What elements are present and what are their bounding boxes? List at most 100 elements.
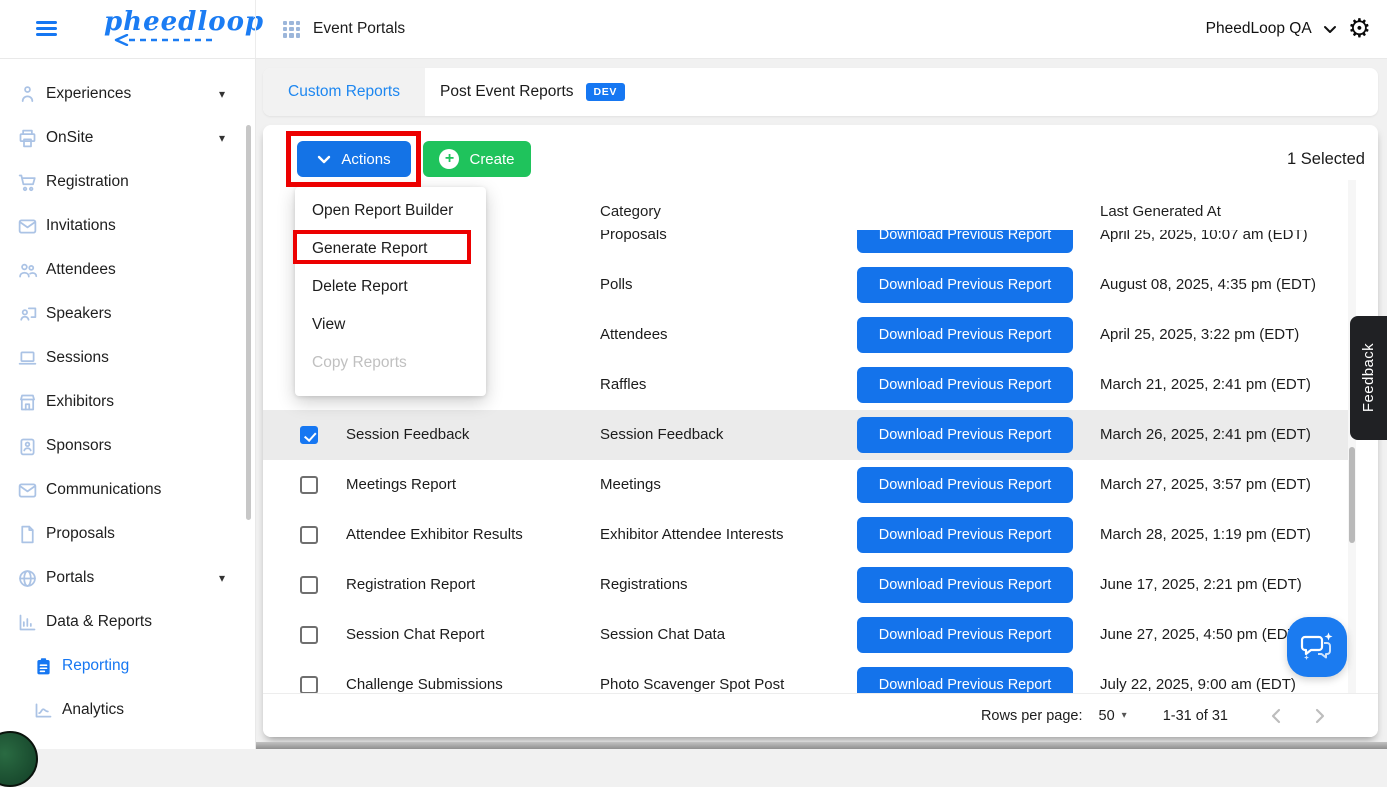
topbar: pheedloop Event Portals PheedLoop QA ⚙ bbox=[0, 0, 1387, 59]
sidebar-item-onsite[interactable]: OnSite ▾ bbox=[0, 116, 255, 160]
download-previous-report-button[interactable]: Download Previous Report bbox=[857, 317, 1073, 353]
row-checkbox[interactable] bbox=[300, 676, 318, 693]
sidebar-item-invitations[interactable]: Invitations bbox=[0, 204, 255, 248]
row-category: Exhibitor Attendee Interests bbox=[600, 526, 784, 543]
person-icon bbox=[15, 82, 39, 106]
sidebar-item-attendees[interactable]: Attendees bbox=[0, 248, 255, 292]
row-last-generated: June 27, 2025, 4:50 pm (EDT) bbox=[1100, 626, 1302, 643]
chat-widget-button[interactable] bbox=[1287, 617, 1347, 677]
download-previous-report-button[interactable]: Download Previous Report bbox=[857, 367, 1073, 403]
sidebar-scrollbar-thumb[interactable] bbox=[246, 125, 251, 520]
sidebar-item-proposals[interactable]: Proposals bbox=[0, 512, 255, 556]
row-name: Session Feedback bbox=[346, 426, 470, 443]
chat-bubbles-icon bbox=[1300, 632, 1333, 660]
column-header-last-generated: Last Generated At bbox=[1100, 203, 1221, 220]
hamburger-menu-icon[interactable] bbox=[36, 21, 58, 37]
table-row[interactable]: Attendee Exhibitor Results Exhibitor Att… bbox=[263, 510, 1348, 560]
download-previous-report-button[interactable]: Download Previous Report bbox=[857, 567, 1073, 603]
analytics-icon bbox=[31, 698, 55, 722]
app-title-area: Event Portals bbox=[283, 0, 405, 58]
badge-icon bbox=[15, 434, 39, 458]
table-row[interactable]: Registration Report Registrations Downlo… bbox=[263, 560, 1348, 610]
tab-custom-reports[interactable]: Custom Reports bbox=[263, 68, 425, 116]
people-icon bbox=[15, 258, 39, 282]
pagination-range: 1-31 of 31 bbox=[1162, 707, 1228, 724]
table-scrollbar-thumb[interactable] bbox=[1349, 447, 1355, 543]
row-name: Session Chat Report bbox=[346, 626, 485, 643]
mail-icon bbox=[15, 478, 39, 502]
account-menu[interactable]: PheedLoop QA ⚙ bbox=[1206, 0, 1371, 58]
row-category: Meetings bbox=[600, 476, 661, 493]
apps-grid-icon[interactable] bbox=[283, 20, 300, 38]
sidebar-item-portals[interactable]: Portals ▾ bbox=[0, 556, 255, 600]
chevron-down-icon bbox=[318, 155, 331, 163]
menu-item-copy-reports: Copy Reports bbox=[312, 354, 407, 371]
download-previous-report-button[interactable]: Download Previous Report bbox=[857, 417, 1073, 453]
logo-text: pheedloop bbox=[104, 7, 265, 37]
cart-icon bbox=[15, 170, 39, 194]
dev-badge: DEV bbox=[585, 83, 625, 101]
row-category: Session Chat Data bbox=[600, 626, 726, 643]
row-checkbox[interactable] bbox=[300, 626, 318, 644]
row-category: Raffles bbox=[600, 376, 647, 393]
menu-item-generate-report[interactable]: Generate Report bbox=[295, 230, 486, 268]
column-header-category: Category bbox=[600, 203, 661, 220]
download-previous-report-button[interactable]: Download Previous Report bbox=[857, 667, 1073, 693]
row-category: Session Feedback bbox=[600, 426, 724, 443]
feedback-tab[interactable]: Feedback bbox=[1350, 316, 1387, 440]
table-row[interactable]: Challenge Submissions Photo Scavenger Sp… bbox=[263, 660, 1348, 693]
laptop-icon bbox=[15, 346, 39, 370]
sidebar-item-experiences[interactable]: Experiences ▾ bbox=[0, 72, 255, 116]
sidebar-item-analytics[interactable]: Analytics bbox=[0, 688, 255, 732]
row-checkbox[interactable] bbox=[300, 476, 318, 494]
menu-item-delete-report[interactable]: Delete Report bbox=[295, 268, 486, 306]
sidebar-item-sponsors[interactable]: Sponsors bbox=[0, 424, 255, 468]
tab-bar: Custom Reports Post Event Reports DEV bbox=[263, 68, 1378, 116]
row-name: Challenge Submissions bbox=[346, 676, 503, 693]
sidebar-item-registration[interactable]: Registration bbox=[0, 160, 255, 204]
download-previous-report-button[interactable]: Download Previous Report bbox=[857, 267, 1073, 303]
sidebar-item-reporting[interactable]: Reporting bbox=[0, 644, 255, 688]
table-row[interactable]: Meetings Report Meetings Download Previo… bbox=[263, 460, 1348, 510]
row-name: Meetings Report bbox=[346, 476, 457, 493]
row-checkbox[interactable] bbox=[300, 526, 318, 544]
page-title: Event Portals bbox=[313, 20, 406, 37]
download-previous-report-button[interactable]: Download Previous Report bbox=[857, 467, 1073, 503]
actions-button[interactable]: Actions bbox=[297, 141, 411, 177]
menu-item-view[interactable]: View bbox=[295, 306, 486, 344]
download-previous-report-button[interactable]: Download Previous Report bbox=[857, 517, 1073, 553]
sidebar-item-speakers[interactable]: Speakers bbox=[0, 292, 255, 336]
tab-post-event-reports[interactable]: Post Event Reports DEV bbox=[425, 68, 625, 116]
rows-per-page-label: Rows per page: bbox=[980, 707, 1083, 724]
chevron-down-icon: ▾ bbox=[1121, 710, 1127, 721]
download-previous-report-button[interactable]: Download Previous Report bbox=[857, 617, 1073, 653]
row-category: Photo Scavenger Spot Post bbox=[600, 676, 785, 693]
pheedloop-logo[interactable]: pheedloop bbox=[104, 7, 265, 51]
row-checkbox[interactable] bbox=[300, 426, 318, 444]
table-row[interactable]: Session Feedback Session Feedback Downlo… bbox=[263, 410, 1348, 460]
sidebar: Experiences ▾ OnSite ▾ Registration Invi… bbox=[0, 58, 256, 749]
selected-count: 1 Selected bbox=[1287, 150, 1365, 168]
next-page-button[interactable] bbox=[1308, 704, 1332, 728]
menu-item-open-report-builder[interactable]: Open Report Builder bbox=[295, 192, 486, 230]
create-button[interactable]: + Create bbox=[423, 141, 531, 177]
sidebar-item-exhibitors[interactable]: Exhibitors bbox=[0, 380, 255, 424]
sidebar-item-sessions[interactable]: Sessions bbox=[0, 336, 255, 380]
chevron-down-icon: ▾ bbox=[218, 87, 225, 101]
row-last-generated: July 22, 2025, 9:00 am (EDT) bbox=[1100, 676, 1296, 693]
globe-icon bbox=[15, 566, 39, 590]
sidebar-item-communications[interactable]: Communications bbox=[0, 468, 255, 512]
sidebar-item-data-reports[interactable]: Data & Reports bbox=[0, 600, 255, 644]
rows-per-page-select[interactable]: 50 ▾ bbox=[1099, 708, 1127, 724]
gear-icon[interactable]: ⚙ bbox=[1348, 0, 1371, 58]
previous-page-button[interactable] bbox=[1264, 704, 1288, 728]
row-checkbox[interactable] bbox=[300, 576, 318, 594]
chart-icon bbox=[15, 610, 39, 634]
chevron-down-icon bbox=[1323, 25, 1336, 33]
chevron-down-icon: ▾ bbox=[218, 571, 225, 585]
row-last-generated: June 17, 2025, 2:21 pm (EDT) bbox=[1100, 576, 1302, 593]
row-name: Registration Report bbox=[346, 576, 476, 593]
row-last-generated: April 25, 2025, 3:22 pm (EDT) bbox=[1100, 326, 1300, 343]
row-category: Registrations bbox=[600, 576, 688, 593]
table-row[interactable]: Session Chat Report Session Chat Data Do… bbox=[263, 610, 1348, 660]
